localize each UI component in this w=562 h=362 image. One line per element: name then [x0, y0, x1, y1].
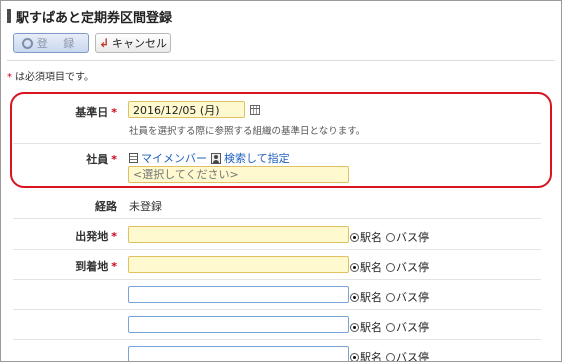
station-radio-label: 駅名	[360, 231, 382, 244]
via-station-radio-3[interactable]	[350, 352, 359, 361]
register-button[interactable]: 登 録	[13, 33, 89, 53]
departure-station-radio[interactable]	[350, 232, 359, 242]
via-station-radio-2[interactable]	[350, 322, 359, 332]
station-radio-label: 駅名	[360, 261, 382, 274]
return-arrow-icon: ↲	[98, 36, 110, 50]
arrival-required-star: *	[111, 260, 117, 273]
departure-required-star: *	[111, 230, 117, 243]
page-title-bar: 駅すぱあと定期券区間登録	[7, 7, 173, 26]
via-type-radios-3: 駅名 バス停	[350, 349, 433, 362]
departure-label-text: 出発地	[75, 230, 109, 243]
arrival-label: 到着地 *	[7, 258, 117, 274]
arrival-type-radios: 駅名 バス停	[350, 259, 433, 275]
via-bus-radio-3[interactable]	[386, 352, 395, 361]
cancel-button[interactable]: ↲ キャンセル	[95, 33, 171, 53]
required-star: *	[7, 72, 12, 83]
station-radio-label: 駅名	[360, 321, 382, 334]
departure-input[interactable]	[128, 226, 349, 243]
toolbar: 登 録 ↲ キャンセル	[13, 33, 171, 53]
bus-radio-label: バス停	[396, 351, 429, 362]
required-note-text: は必須項目です。	[15, 72, 94, 83]
via-station-radio-1[interactable]	[350, 292, 359, 302]
via-bus-radio-2[interactable]	[386, 322, 395, 332]
title-marker	[7, 9, 11, 23]
circle-icon	[21, 37, 33, 49]
row-divider	[13, 339, 541, 340]
bus-radio-label: バス停	[396, 231, 429, 244]
highlight-annotation	[10, 92, 552, 188]
arrival-label-text: 到着地	[75, 260, 109, 273]
row-divider	[13, 218, 541, 219]
row-divider	[13, 279, 541, 280]
cancel-button-label: キャンセル	[112, 37, 168, 50]
page-title: 駅すぱあと定期券区間登録	[16, 10, 173, 26]
row-divider	[13, 309, 541, 310]
route-value: 未登録	[129, 200, 162, 213]
register-button-label: 登 録	[36, 37, 81, 50]
departure-type-radios: 駅名 バス停	[350, 229, 433, 245]
via-input-3[interactable]	[128, 346, 349, 361]
required-note: * は必須項目です。	[7, 68, 94, 83]
route-label: 経路	[7, 198, 117, 214]
row-divider	[13, 249, 541, 250]
route-label-text: 経路	[95, 200, 117, 213]
arrival-bus-radio[interactable]	[386, 262, 395, 272]
via-bus-radio-1[interactable]	[386, 292, 395, 302]
departure-label: 出発地 *	[7, 228, 117, 244]
via-type-radios-1: 駅名 バス停	[350, 289, 433, 305]
arrival-input[interactable]	[128, 256, 349, 273]
toolbar-divider	[7, 60, 555, 61]
main-panel: 駅すぱあと定期券区間登録 登 録 ↲ キャンセル * は必須項目です。 基準日 * …	[0, 0, 562, 362]
via-input-2[interactable]	[128, 316, 349, 333]
via-type-radios-2: 駅名 バス停	[350, 319, 433, 335]
station-radio-label: 駅名	[360, 291, 382, 304]
bus-radio-label: バス停	[396, 261, 429, 274]
departure-bus-radio[interactable]	[386, 232, 395, 242]
station-radio-label: 駅名	[360, 351, 382, 362]
bus-radio-label: バス停	[396, 321, 429, 334]
via-input-1[interactable]	[128, 286, 349, 303]
bus-radio-label: バス停	[396, 291, 429, 304]
arrival-station-radio[interactable]	[350, 262, 359, 272]
